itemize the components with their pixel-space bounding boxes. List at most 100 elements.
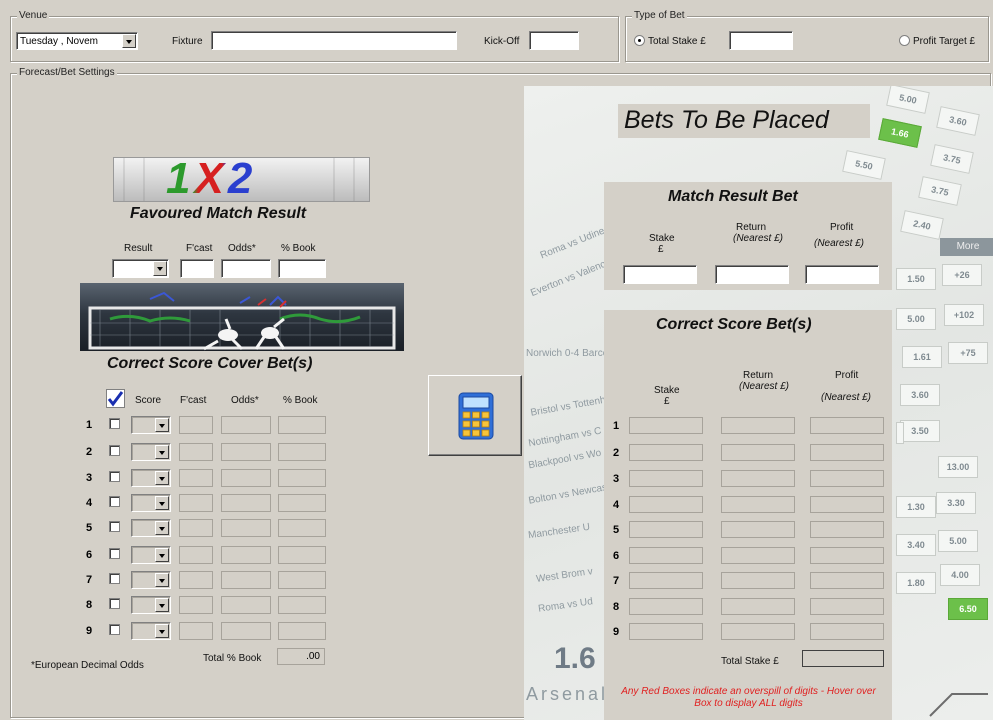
cs-bet-row-number: 3 xyxy=(613,473,620,485)
cs-score-select[interactable] xyxy=(131,571,171,589)
cs-row-number: 4 xyxy=(86,497,93,509)
cs-score-select[interactable] xyxy=(131,469,171,487)
total-stake-input[interactable] xyxy=(729,31,793,50)
select-all-check[interactable] xyxy=(106,389,125,408)
cs-fcast-input[interactable] xyxy=(179,596,213,614)
cs-bet-stake xyxy=(629,572,703,589)
cs-bet-profit xyxy=(810,470,884,487)
cs-bet-stake xyxy=(629,623,703,640)
cs-row-check[interactable] xyxy=(109,624,120,635)
cs-score-select[interactable] xyxy=(131,443,171,461)
bg-more-label: More xyxy=(940,238,993,256)
cs-odds-input[interactable] xyxy=(221,571,271,589)
chevron-down-icon[interactable] xyxy=(155,521,169,535)
correct-score-card: Correct Score Bet(s) Stake £ Return (Nea… xyxy=(604,310,892,720)
cs-fcast-input[interactable] xyxy=(179,494,213,512)
bg-corner-shape xyxy=(929,693,988,717)
calculate-button[interactable] xyxy=(428,375,522,456)
fixture-input[interactable] xyxy=(211,31,457,50)
cs-fcast-input[interactable] xyxy=(179,519,213,537)
result-fcast-input[interactable] xyxy=(180,259,214,278)
overspill-warning: Any Red Boxes indicate an overspill of d… xyxy=(621,686,876,709)
cs-fcast-input[interactable] xyxy=(179,443,213,461)
cs-header-odds: Odds* xyxy=(231,395,259,406)
cs-odds-input[interactable] xyxy=(221,546,271,564)
cs-bet-profit xyxy=(810,496,884,513)
total-stake-radio[interactable] xyxy=(634,35,645,46)
bg-team-text: Everton vs Valencia xyxy=(529,255,615,300)
chevron-down-icon[interactable] xyxy=(153,261,167,276)
chevron-down-icon[interactable] xyxy=(155,548,169,562)
odds-footnote: *European Decimal Odds xyxy=(31,660,144,671)
bg-odds-box: 3.75 xyxy=(918,176,962,206)
profit-target-label[interactable]: Profit Target £ xyxy=(913,36,975,47)
cs-row-number: 1 xyxy=(86,419,93,431)
cs-row-number: 7 xyxy=(86,574,93,586)
total-stake-label[interactable]: Total Stake £ xyxy=(648,36,706,47)
cs-bet-profit xyxy=(810,623,884,640)
cs-row-check[interactable] xyxy=(109,471,120,482)
chevron-down-icon[interactable] xyxy=(155,418,169,432)
result-odds-input[interactable] xyxy=(221,259,271,278)
chevron-down-icon[interactable] xyxy=(155,598,169,612)
bets-total-stake-field xyxy=(802,650,884,667)
cs-bet-stake xyxy=(629,470,703,487)
chevron-down-icon[interactable] xyxy=(155,471,169,485)
profit-target-radio[interactable] xyxy=(899,35,910,46)
venue-legend: Venue xyxy=(17,10,50,21)
chevron-down-icon[interactable] xyxy=(155,624,169,638)
bg-odds-box: 3.50 xyxy=(900,420,940,442)
mr-return-field xyxy=(715,265,789,284)
cs-fcast-input[interactable] xyxy=(179,622,213,640)
cs-row-check[interactable] xyxy=(109,548,120,559)
cs-score-select[interactable] xyxy=(131,416,171,434)
cs-score-select[interactable] xyxy=(131,596,171,614)
match-result-title: Match Result Bet xyxy=(668,188,798,205)
cs-bet-return xyxy=(721,496,795,513)
cs-row-check[interactable] xyxy=(109,521,120,532)
result-select[interactable] xyxy=(112,259,169,278)
chevron-down-icon[interactable] xyxy=(155,445,169,459)
cs-row-check[interactable] xyxy=(109,418,120,429)
result-header-result: Result xyxy=(124,243,153,254)
bg-odds-box: 3.30 xyxy=(936,492,976,514)
cs-book-field xyxy=(278,416,326,434)
bg-team-text: Nottingham vs C xyxy=(527,425,603,450)
cs-header-return: Return xyxy=(743,370,774,381)
cs-score-select[interactable] xyxy=(131,519,171,537)
cs-odds-input[interactable] xyxy=(221,443,271,461)
cs-row-check[interactable] xyxy=(109,496,120,507)
cs-bet-return xyxy=(721,572,795,589)
cs-bet-return xyxy=(721,444,795,461)
cs-fcast-input[interactable] xyxy=(179,546,213,564)
cs-bet-stake xyxy=(629,496,703,513)
cs-score-select[interactable] xyxy=(131,546,171,564)
cs-bet-row-number: 4 xyxy=(613,499,620,511)
chevron-down-icon[interactable] xyxy=(122,34,136,48)
cs-odds-input[interactable] xyxy=(221,596,271,614)
goal-image xyxy=(80,283,404,351)
cs-bet-return xyxy=(721,521,795,538)
cs-odds-input[interactable] xyxy=(221,622,271,640)
cs-odds-input[interactable] xyxy=(221,469,271,487)
chevron-down-icon[interactable] xyxy=(155,573,169,587)
favoured-result-title: Favoured Match Result xyxy=(130,205,307,222)
result-header-odds: Odds* xyxy=(228,243,256,254)
cs-row-check[interactable] xyxy=(109,445,120,456)
cs-odds-input[interactable] xyxy=(221,519,271,537)
cs-odds-input[interactable] xyxy=(221,416,271,434)
cs-fcast-input[interactable] xyxy=(179,571,213,589)
kickoff-input[interactable] xyxy=(529,31,579,50)
mr-header-stake: Stake xyxy=(649,233,675,244)
chevron-down-icon[interactable] xyxy=(155,496,169,510)
cs-odds-input[interactable] xyxy=(221,494,271,512)
date-select[interactable]: Tuesday , Novem xyxy=(16,32,138,50)
cs-bet-profit xyxy=(810,572,884,589)
cs-fcast-input[interactable] xyxy=(179,416,213,434)
cs-row-check[interactable] xyxy=(109,573,120,584)
cs-fcast-input[interactable] xyxy=(179,469,213,487)
bg-team-text: Blackpool vs Wo xyxy=(527,447,603,472)
cs-score-select[interactable] xyxy=(131,622,171,640)
cs-row-check[interactable] xyxy=(109,598,120,609)
cs-score-select[interactable] xyxy=(131,494,171,512)
